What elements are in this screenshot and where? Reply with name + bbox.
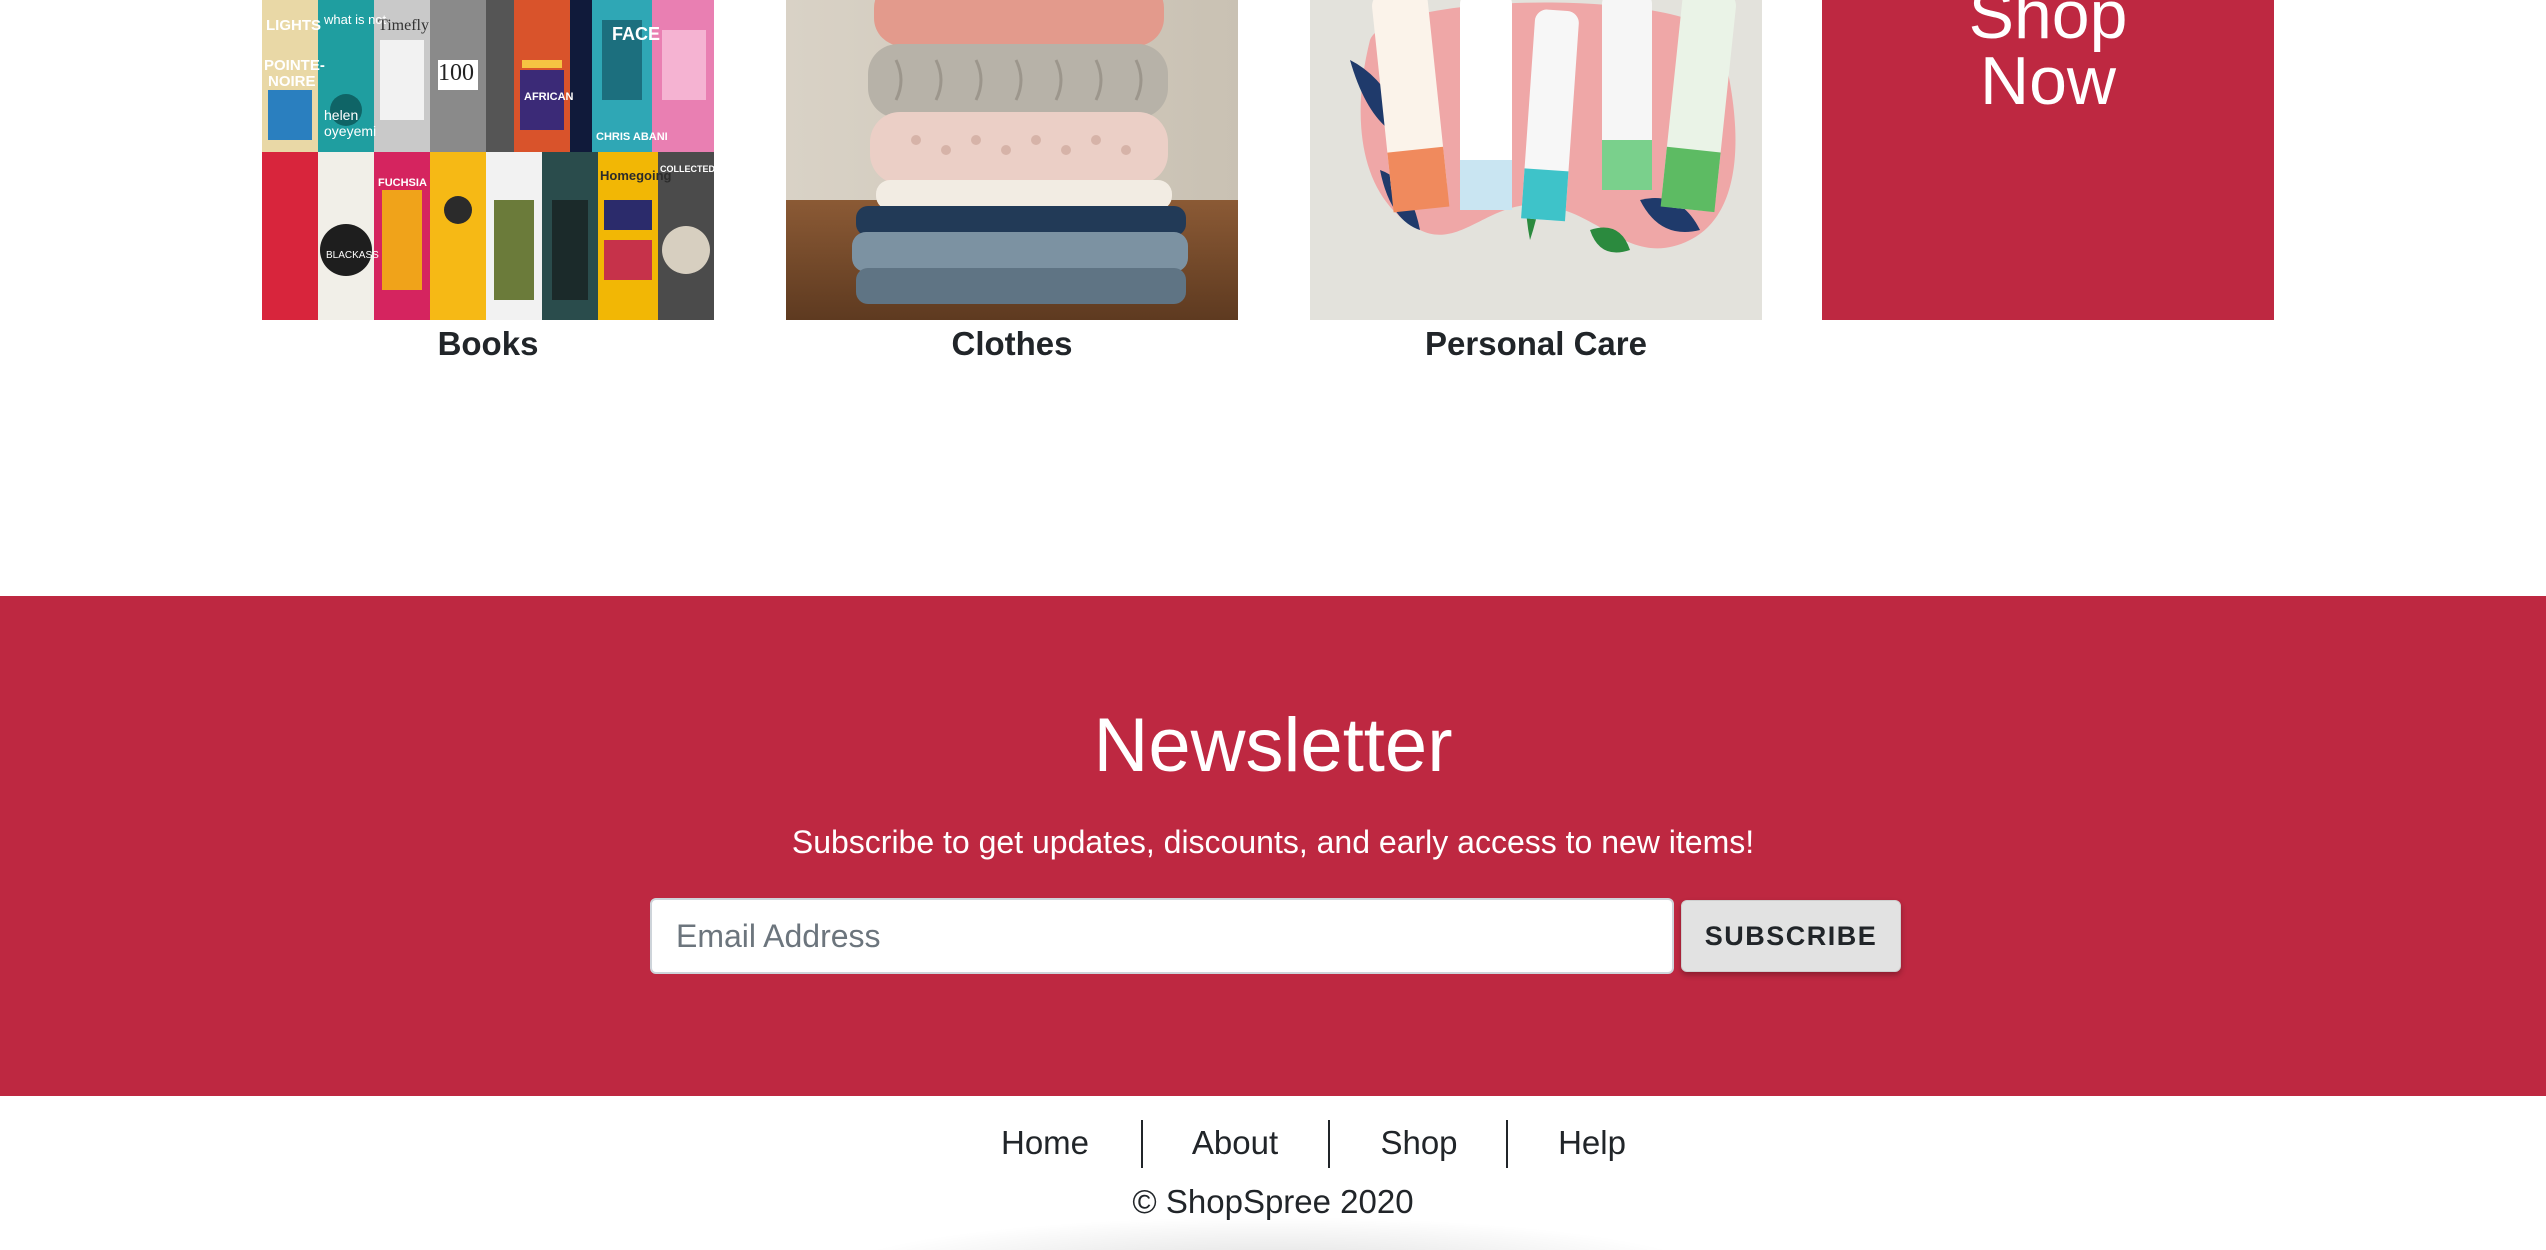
svg-text:BLACKASS: BLACKASS bbox=[326, 250, 379, 261]
svg-text:NOIRE: NOIRE bbox=[268, 73, 316, 90]
svg-text:helen: helen bbox=[324, 107, 358, 123]
folded-sweaters-image[interactable] bbox=[786, 0, 1238, 320]
category-row: LIGHTS POINTE- NOIRE what is not helen o… bbox=[0, 0, 2546, 596]
newsletter-section: Newsletter Subscribe to get updates, dis… bbox=[0, 596, 2546, 1096]
skincare-tubes-image[interactable] bbox=[1310, 0, 1762, 320]
footer-link-shop[interactable]: Shop bbox=[1354, 1118, 1484, 1168]
footer-separator bbox=[1328, 1120, 1330, 1168]
footer-link-about[interactable]: About bbox=[1170, 1118, 1300, 1168]
svg-text:Timefly: Timefly bbox=[378, 17, 429, 34]
category-label-clothes[interactable]: Clothes bbox=[786, 324, 1238, 364]
footer-link-help[interactable]: Help bbox=[1527, 1118, 1657, 1168]
svg-text:what is not: what is not bbox=[323, 12, 387, 27]
svg-text:AFRICAN: AFRICAN bbox=[524, 91, 574, 103]
copyright-text: © ShopSpree 2020 bbox=[1132, 1183, 1414, 1220]
svg-text:FUCHSIA: FUCHSIA bbox=[378, 177, 427, 189]
newsletter-subtitle: Subscribe to get updates, discounts, and… bbox=[791, 824, 1755, 860]
newsletter-title: Newsletter bbox=[1093, 703, 1453, 788]
footer-separator bbox=[1506, 1120, 1508, 1168]
shop-now-button[interactable]: Shop Now bbox=[1822, 0, 2274, 320]
books-collage-image[interactable]: LIGHTS POINTE- NOIRE what is not helen o… bbox=[262, 0, 714, 320]
footer-separator bbox=[1141, 1120, 1143, 1168]
svg-text:CHRIS ABANI: CHRIS ABANI bbox=[596, 131, 668, 143]
category-label-books[interactable]: Books bbox=[262, 324, 714, 364]
footer: Home About Shop Help © ShopSpree 2020 bbox=[0, 1096, 2546, 1250]
email-input[interactable] bbox=[650, 898, 1674, 974]
svg-text:LIGHTS: LIGHTS bbox=[266, 17, 321, 34]
shop-now-line-2: Now bbox=[1979, 43, 2117, 119]
svg-text:COLLECTED POEMS: COLLECTED POEMS bbox=[660, 164, 714, 174]
footer-link-home[interactable]: Home bbox=[980, 1118, 1110, 1168]
svg-text:100: 100 bbox=[438, 60, 474, 86]
svg-text:POINTE-: POINTE- bbox=[264, 57, 325, 74]
svg-text:oyeyemi: oyeyemi bbox=[324, 123, 376, 139]
svg-text:FACE: FACE bbox=[612, 24, 660, 44]
subscribe-button[interactable]: SUBSCRIBE bbox=[1681, 900, 1901, 972]
category-label-personal-care[interactable]: Personal Care bbox=[1310, 324, 1762, 364]
footer-nav: Home About Shop Help bbox=[0, 1118, 2546, 1168]
